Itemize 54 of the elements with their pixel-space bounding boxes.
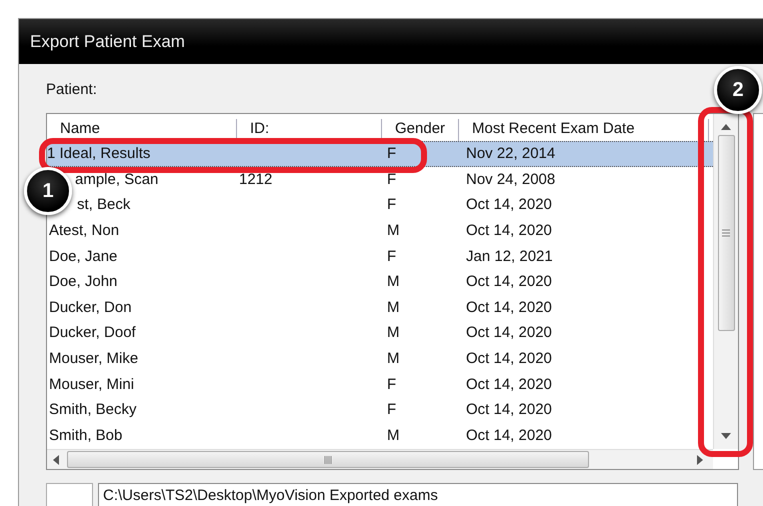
table-cell: Oct 14, 2020 [466, 376, 552, 393]
table-cell: Smith, Becky [49, 401, 137, 418]
table-cell: F [387, 376, 396, 393]
scroll-down-icon[interactable] [720, 431, 732, 441]
window-title: Export Patient Exam [19, 19, 763, 64]
vertical-scrollbar[interactable] [713, 114, 738, 449]
table-cell: Oct 14, 2020 [466, 273, 552, 290]
table-cell: M [387, 426, 400, 444]
table-cell: Oct 14, 2020 [466, 324, 552, 342]
column-header[interactable]: Name [47, 119, 237, 141]
table-cell: st, Beck [77, 196, 130, 214]
scroll-right-icon[interactable] [695, 454, 705, 466]
table-cell: 1 Ideal, Results [47, 145, 150, 162]
table-cell: F [387, 248, 396, 265]
column-header[interactable]: ID: [237, 119, 382, 141]
grip-icon [324, 456, 332, 464]
table-cell: Oct 14, 2020 [466, 401, 552, 418]
table-cell: Oct 14, 2020 [466, 196, 552, 214]
horizontal-scrollbar[interactable] [47, 449, 713, 469]
patient-label: Patient: [46, 80, 97, 100]
table-cell: Nov 22, 2014 [466, 145, 556, 162]
table-cell: Oct 14, 2020 [466, 350, 552, 368]
table-cell: Mouser, Mini [49, 376, 134, 393]
table-cell: Doe, John [49, 273, 118, 290]
scroll-left-icon[interactable] [51, 454, 61, 466]
scroll-up-icon[interactable] [720, 122, 732, 132]
table-cell: M [387, 298, 400, 316]
table-cell: M [387, 273, 400, 290]
selected-row[interactable]: 1 Ideal, Results F Nov 22, 2014 [47, 141, 713, 167]
table-cell: Atest, Non [49, 222, 120, 240]
table-cell: Doe, Jane [49, 248, 118, 265]
table-cell: Nov 24, 2008 [466, 170, 556, 188]
scroll-thumb[interactable] [67, 451, 589, 468]
table-cell: F [387, 196, 396, 214]
table-cell: Ducker, Don [49, 298, 132, 316]
table-cell: Mouser, Mike [49, 350, 138, 368]
table-cell: M [387, 222, 400, 240]
table-cell: Ducker, Doof [49, 324, 136, 342]
grip-icon [722, 229, 730, 237]
table-cell: Smith, Bob [49, 426, 122, 444]
table-cell: Jan 12, 2021 [466, 248, 553, 265]
input-field[interactable] [46, 483, 93, 506]
path-field[interactable]: C:\Users\TS2\Desktop\MyoVision Exported exams [98, 483, 738, 506]
table-cell: ample, Scan [75, 170, 158, 188]
table-cell: F [387, 145, 396, 162]
table-cell: Oct 14, 2020 [466, 426, 552, 444]
table-cell: M [387, 324, 400, 342]
table-cell: M [387, 350, 400, 368]
scroll-thumb[interactable] [718, 135, 734, 331]
table-cell: F [387, 401, 396, 418]
table-cell: 1212 [239, 170, 272, 188]
table-cell: Oct 14, 2020 [466, 298, 552, 316]
table-cell: F [387, 170, 396, 188]
table-cell: Oct 14, 2020 [466, 222, 552, 240]
